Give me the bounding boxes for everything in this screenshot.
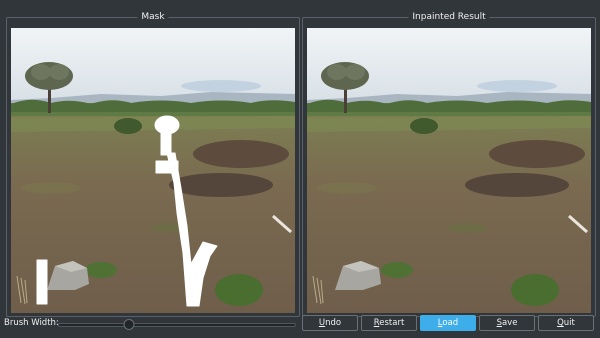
slider-track bbox=[58, 323, 296, 327]
brush-width-slider[interactable] bbox=[58, 318, 296, 330]
mask-panel-title: Mask bbox=[137, 10, 169, 24]
save-button[interactable]: Save bbox=[479, 315, 535, 331]
brush-width-label: Brush Width: bbox=[4, 318, 59, 328]
button-mnemonic: S bbox=[496, 318, 502, 328]
mask-panel: Mask bbox=[6, 10, 300, 317]
result-panel-title: Inpainted Result bbox=[408, 10, 490, 24]
button-mnemonic: Q bbox=[557, 318, 564, 328]
result-image bbox=[307, 28, 591, 313]
quit-button[interactable]: Quit bbox=[538, 315, 594, 331]
restart-button[interactable]: Restart bbox=[361, 315, 417, 331]
load-button[interactable]: Load bbox=[420, 315, 476, 331]
mask-canvas[interactable] bbox=[11, 28, 295, 313]
slider-handle[interactable] bbox=[123, 319, 135, 330]
button-mnemonic: R bbox=[373, 318, 380, 328]
undo-button[interactable]: Undo bbox=[302, 315, 358, 331]
button-mnemonic: L bbox=[437, 318, 443, 328]
inpainting-window: Mask Inpainted Result Brush Width: Undo … bbox=[0, 0, 600, 338]
result-panel: Inpainted Result bbox=[302, 10, 596, 317]
button-mnemonic: U bbox=[318, 318, 326, 328]
